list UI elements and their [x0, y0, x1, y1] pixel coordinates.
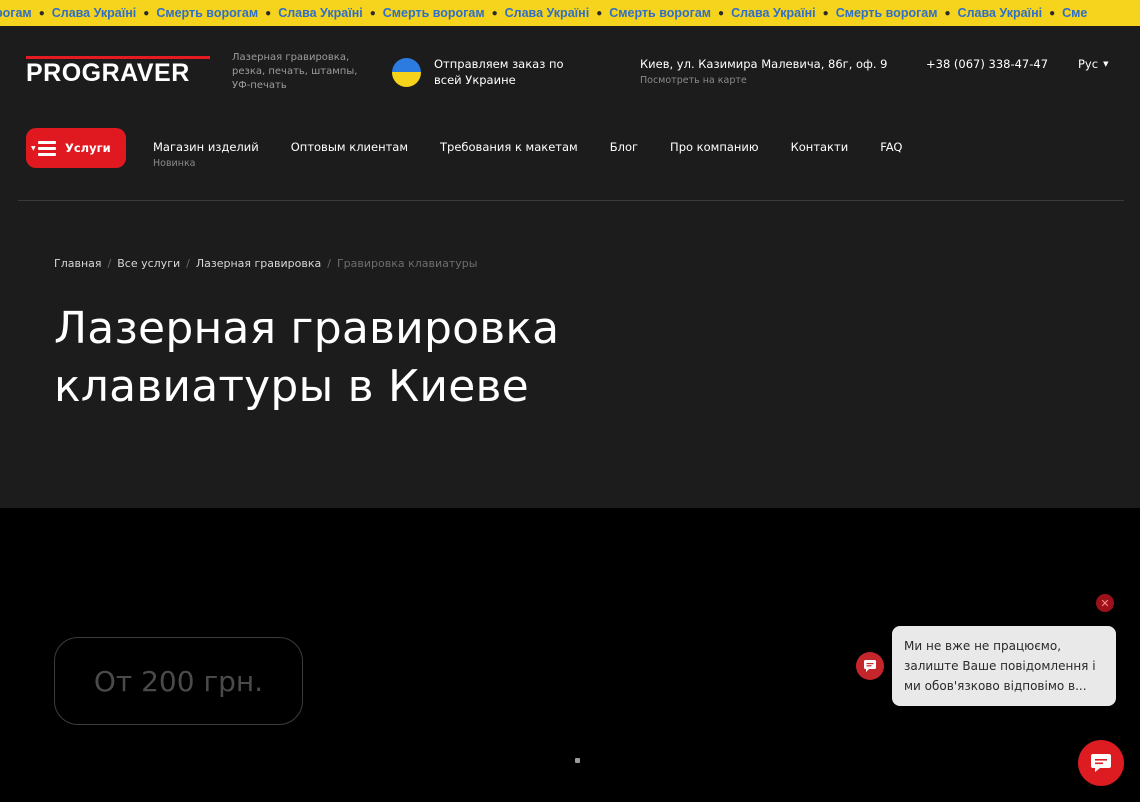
- map-link[interactable]: Посмотреть на карте: [640, 75, 888, 86]
- caret-down-icon: ▼: [31, 145, 36, 152]
- ticker-item: Слава Україні ●: [278, 6, 376, 20]
- breadcrumb-home[interactable]: Главная: [54, 257, 102, 270]
- main-nav: Магазин изделий Новинка Оптовым клиентам…: [153, 140, 934, 169]
- nav-item-about[interactable]: Про компанию: [670, 140, 759, 154]
- services-menu-button[interactable]: ▼ Услуги: [26, 128, 126, 168]
- ticker-item: рогам●: [0, 6, 45, 20]
- ticker-item: Сме: [1062, 6, 1088, 20]
- chat-agent-avatar: [856, 652, 884, 680]
- site-header: PROGRAVER Лазерная гравировка, резка, пе…: [0, 26, 1140, 508]
- language-label: Рус: [1078, 57, 1099, 71]
- language-selector[interactable]: Рус ▼: [1078, 57, 1108, 71]
- ticker-track: рогам● Слава Україні● Смерть ворогам● Сл…: [0, 0, 1094, 26]
- caret-down-icon: ▼: [1103, 60, 1109, 68]
- services-label: Услуги: [65, 141, 111, 155]
- logo-text: PROGRAVER: [26, 59, 190, 87]
- ticker-item: Смерть ворогам ●: [156, 6, 272, 20]
- hamburger-icon: ▼: [31, 141, 56, 156]
- chat-icon: [1091, 754, 1111, 772]
- header-divider: [18, 200, 1124, 201]
- shipping-info: Отправляем заказ по всей Украине: [392, 56, 574, 88]
- ticker-item: Слава Україні ●: [504, 6, 603, 20]
- ticker-item: Слава Україні ●: [957, 6, 1056, 20]
- ticker-item: Слава Україні ●: [51, 6, 150, 20]
- ticker-item: Смерть ворогам ●: [835, 6, 951, 20]
- close-icon[interactable]: ✕: [1096, 594, 1114, 612]
- address-text: Киев, ул. Казимира Малевича, 86г, оф. 9: [640, 57, 888, 71]
- nav-item-blog[interactable]: Блог: [610, 140, 638, 154]
- breadcrumb-all-services[interactable]: Все услуги: [117, 257, 180, 270]
- nav-item-requirements[interactable]: Требования к макетам: [440, 140, 578, 154]
- page-title: Лазерная гравировка клавиатуры в Киеве: [54, 303, 560, 412]
- loading-indicator: [575, 758, 580, 763]
- breadcrumb: Главная / Все услуги / Лазерная гравиров…: [54, 257, 478, 270]
- price-badge: От 200 грн.: [54, 637, 303, 725]
- ticker-item: Смерть ворогам ●: [382, 6, 498, 20]
- nav-item-shop[interactable]: Магазин изделий Новинка: [153, 140, 259, 169]
- breadcrumb-current: Гравировка клавиатуры: [336, 257, 478, 270]
- shipping-text: Отправляем заказ по всей Украине: [434, 57, 564, 87]
- logo[interactable]: PROGRAVER: [26, 56, 210, 87]
- chat-message[interactable]: Ми не вже не працюємо, залиште Ваше пові…: [892, 626, 1116, 706]
- ukraine-flag-icon: [392, 57, 421, 87]
- ticker-item: Смерть ворогам ●: [609, 6, 725, 20]
- new-badge: Новинка: [153, 158, 196, 169]
- tagline: Лазерная гравировка, резка, печать, штам…: [232, 52, 358, 91]
- nav-item-faq[interactable]: FAQ: [880, 140, 902, 154]
- phone-link[interactable]: +38 (067) 338-47-47: [926, 57, 1048, 71]
- message-icon: [864, 660, 876, 672]
- ukraine-ticker: рогам● Слава Україні● Смерть ворогам● Сл…: [0, 0, 1140, 26]
- chat-open-button[interactable]: [1078, 740, 1124, 786]
- address-block: Киев, ул. Казимира Малевича, 86г, оф. 9 …: [640, 57, 888, 86]
- breadcrumb-laser-engraving[interactable]: Лазерная гравировка: [196, 257, 321, 270]
- ticker-item: Слава Україні ●: [731, 6, 829, 20]
- nav-item-contacts[interactable]: Контакти: [791, 140, 849, 154]
- nav-item-wholesale[interactable]: Оптовым клиентам: [291, 140, 408, 154]
